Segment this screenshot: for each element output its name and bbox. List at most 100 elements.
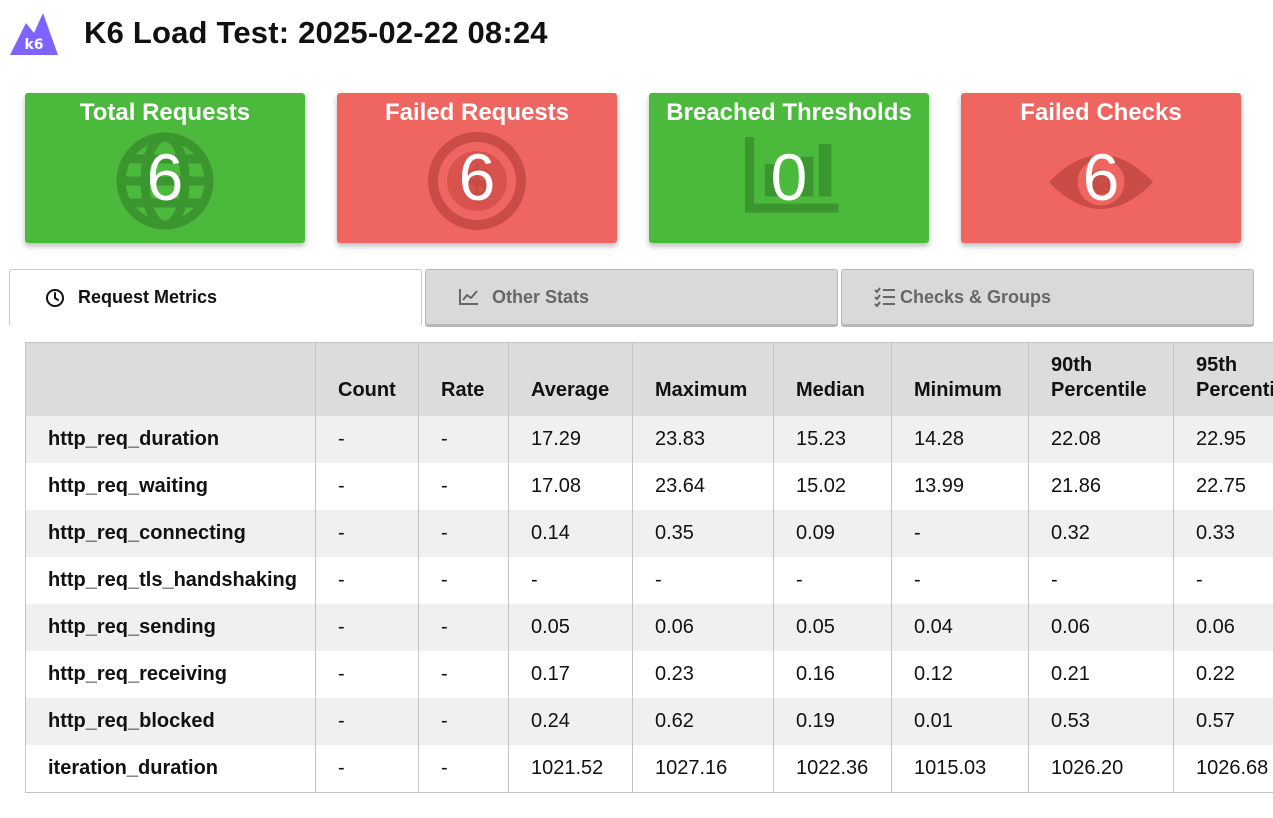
table-cell: - xyxy=(632,557,774,604)
table-cell: 0.14 xyxy=(508,510,633,557)
total-requests-value: 6 xyxy=(146,140,184,214)
metrics-table: Count Rate Average Maximum Median Minimu… xyxy=(25,342,1273,793)
table-cell: 23.83 xyxy=(632,416,774,463)
column-header: Average xyxy=(508,342,633,416)
card-title: Breached Thresholds xyxy=(666,99,912,126)
column-header: 95th Percentile xyxy=(1173,342,1273,416)
column-header xyxy=(25,342,316,416)
table-cell: - xyxy=(418,698,509,745)
table-cell: 13.99 xyxy=(891,463,1029,510)
table-row: http_req_tls_handshaking - - - - - - - - xyxy=(25,557,1273,604)
table-row: http_req_duration - -17.29 23.83 15.23 14.28 2… xyxy=(25,416,1273,463)
tab-label: Checks & Groups xyxy=(900,286,1052,307)
table-cell: 1026.68 xyxy=(1173,745,1273,793)
table-cell: - xyxy=(315,416,419,463)
table-cell: - xyxy=(773,557,892,604)
table-cell: 0.19 xyxy=(773,698,892,745)
failed-requests-card: Failed Requests $ 6 xyxy=(337,93,617,243)
metric-name-cell: http_req_waiting xyxy=(25,463,316,510)
column-header: Rate xyxy=(418,342,509,416)
table-cell: 0.62 xyxy=(632,698,774,745)
summary-cards: Total Requests 6 Failed Requests $ 6 Bre… xyxy=(25,93,1241,243)
table-cell: - xyxy=(1028,557,1174,604)
table-cell: 0.35 xyxy=(632,510,774,557)
failed-checks-value: 6 xyxy=(1082,140,1120,214)
table-cell: 22.95 xyxy=(1173,416,1273,463)
table-row: http_req_sending - -0.05 0.06 0.05 0.04 0.06 0.… xyxy=(25,604,1273,651)
tab-request-metrics[interactable]: Request Metrics xyxy=(9,269,422,325)
table-cell: 22.75 xyxy=(1173,463,1273,510)
metric-name-cell: http_req_blocked xyxy=(25,698,316,745)
table-cell: - xyxy=(315,651,419,698)
table-cell: - xyxy=(315,510,419,557)
table-cell: - xyxy=(418,604,509,651)
card-title: Total Requests xyxy=(79,99,251,126)
table-cell: 14.28 xyxy=(891,416,1029,463)
table-cell: 0.32 xyxy=(1028,510,1174,557)
table-cell: - xyxy=(418,463,509,510)
column-header: 90th Percentile xyxy=(1028,342,1174,416)
table-cell: 0.04 xyxy=(891,604,1029,651)
page-title: K6 Load Test: 2025-02-22 08:24 xyxy=(84,15,548,50)
metric-name-cell: http_req_receiving xyxy=(25,651,316,698)
breached-thresholds-value: 0 xyxy=(770,140,808,214)
table-cell: 0.22 xyxy=(1173,651,1273,698)
metric-name-cell: http_req_tls_handshaking xyxy=(25,557,316,604)
logo-text: k6 xyxy=(24,37,43,53)
tab-bar: Request Metrics Other Stats Checks & Gro… xyxy=(9,269,1254,327)
table-cell: 0.06 xyxy=(1028,604,1174,651)
table-cell: - xyxy=(315,557,419,604)
table-cell: 0.21 xyxy=(1028,651,1174,698)
table-row: iteration_duration - -1021.52 1027.16 1022.3… xyxy=(25,745,1273,793)
table-cell: 21.86 xyxy=(1028,463,1174,510)
card-title: Failed Checks xyxy=(1020,99,1182,126)
tab-label: Request Metrics xyxy=(78,287,218,307)
table-cell: 0.33 xyxy=(1173,510,1273,557)
table-cell: - xyxy=(418,510,509,557)
table-cell: 0.05 xyxy=(508,604,633,651)
column-header: Maximum xyxy=(632,342,774,416)
tab-other-stats[interactable]: Other Stats xyxy=(425,269,838,325)
checklist-icon xyxy=(874,286,896,308)
table-cell: 0.12 xyxy=(891,651,1029,698)
table-cell: 0.23 xyxy=(632,651,774,698)
table-cell: 0.06 xyxy=(632,604,774,651)
table-row: http_req_connecting - -0.14 0.35 0.09-0.32 0.… xyxy=(25,510,1273,557)
table-cell: 0.01 xyxy=(891,698,1029,745)
k6-logo: k6 xyxy=(8,9,60,57)
table-cell: - xyxy=(315,745,419,793)
failed-checks-card: Failed Checks 6 xyxy=(961,93,1241,243)
table-cell: - xyxy=(1173,557,1273,604)
table-cell: 0.17 xyxy=(508,651,633,698)
table-cell: - xyxy=(418,557,509,604)
table-cell: 1021.52 xyxy=(508,745,633,793)
table-row: http_req_receiving - -0.17 0.23 0.16 0.12 0.21… xyxy=(25,651,1273,698)
column-header: Median xyxy=(773,342,892,416)
table-cell: - xyxy=(418,416,509,463)
table-cell: - xyxy=(891,510,1029,557)
column-header: Count xyxy=(315,342,419,416)
metric-name-cell: iteration_duration xyxy=(25,745,316,793)
table-cell: 0.09 xyxy=(773,510,892,557)
breached-thresholds-card: Breached Thresholds 0 xyxy=(649,93,929,243)
table-cell: 15.23 xyxy=(773,416,892,463)
clock-icon xyxy=(44,287,66,309)
table-cell: - xyxy=(315,698,419,745)
table-cell: 22.08 xyxy=(1028,416,1174,463)
metric-name-cell: http_req_connecting xyxy=(25,510,316,557)
tab-checks-groups[interactable]: Checks & Groups xyxy=(841,269,1254,325)
column-header: Minimum xyxy=(891,342,1029,416)
metric-name-cell: http_req_duration xyxy=(25,416,316,463)
metrics-table-container: Count Rate Average Maximum Median Minimu… xyxy=(25,342,1273,796)
table-row: http_req_waiting - -17.08 23.64 15.02 13.99 21… xyxy=(25,463,1273,510)
table-cell: - xyxy=(315,604,419,651)
table-cell: 17.29 xyxy=(508,416,633,463)
table-cell: 0.16 xyxy=(773,651,892,698)
table-cell: 1022.36 xyxy=(773,745,892,793)
table-cell: - xyxy=(418,651,509,698)
table-cell: 1026.20 xyxy=(1028,745,1174,793)
total-requests-card: Total Requests 6 xyxy=(25,93,305,243)
table-cell: 0.24 xyxy=(508,698,633,745)
table-cell: 15.02 xyxy=(773,463,892,510)
table-cell: 1027.16 xyxy=(632,745,774,793)
